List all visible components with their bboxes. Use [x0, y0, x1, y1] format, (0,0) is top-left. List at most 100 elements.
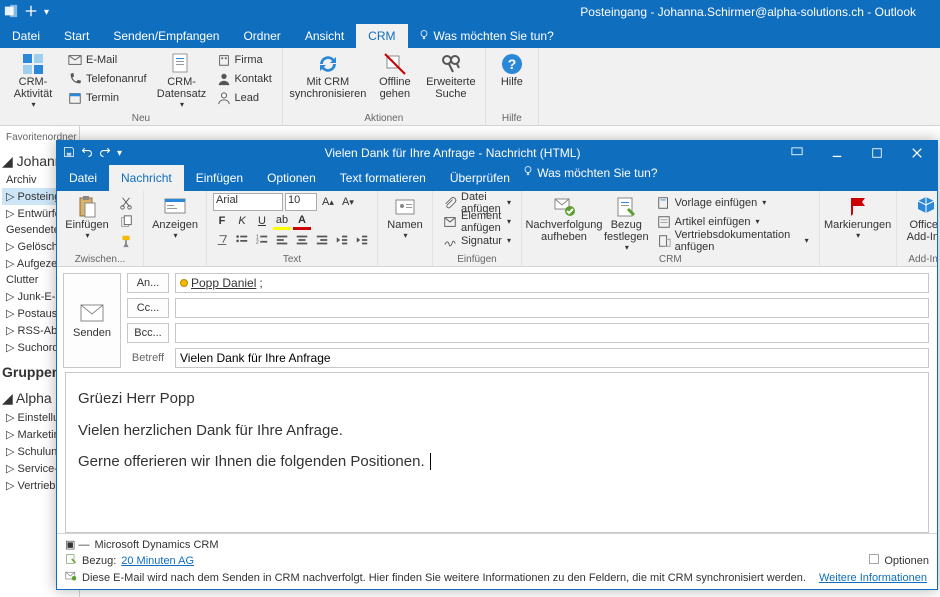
- compose-ribbon: Einfügen ▾ Zwischen... Anzeigen ▾: [57, 191, 937, 267]
- help-button[interactable]: ? Hilfe: [492, 50, 532, 113]
- cut-button[interactable]: [115, 193, 137, 212]
- set-regarding-button[interactable]: Bezug festlegen ▾: [604, 193, 649, 254]
- collapse-icon[interactable]: ▣ —: [65, 538, 89, 551]
- numbering-button[interactable]: 12: [253, 231, 271, 249]
- group-help-label: Hilfe: [492, 113, 532, 124]
- signature-button[interactable]: Signatur▾: [439, 231, 515, 250]
- body-line: Grüezi Herr Popp: [78, 383, 916, 415]
- align-right-button[interactable]: [313, 231, 331, 249]
- indent-less-button[interactable]: [333, 231, 351, 249]
- crm-track-info: Diese E-Mail wird nach dem Senden in CRM…: [82, 572, 806, 584]
- save-icon[interactable]: [63, 146, 75, 161]
- compose-tab-options[interactable]: Optionen: [255, 165, 328, 191]
- align-left-button[interactable]: [273, 231, 291, 249]
- body-line: Vielen herzlichen Dank für Ihre Anfrage.: [78, 415, 916, 447]
- clear-format-button[interactable]: [213, 231, 231, 249]
- cc-field[interactable]: [175, 298, 929, 318]
- maximize-button[interactable]: [857, 141, 897, 165]
- to-button[interactable]: An...: [127, 273, 169, 293]
- tab-file[interactable]: Datei: [0, 24, 52, 48]
- cc-button[interactable]: Cc...: [127, 298, 169, 318]
- sync-crm-button[interactable]: Mit CRM synchronisieren: [289, 50, 367, 113]
- close-button[interactable]: [897, 141, 937, 165]
- shrink-font-button[interactable]: A▾: [339, 193, 357, 211]
- copy-button[interactable]: [115, 212, 137, 231]
- main-ribbon: CRM- Aktivität ▾ E-Mail Telefonanruf Ter…: [0, 48, 940, 126]
- bcc-field[interactable]: [175, 323, 929, 343]
- underline-button[interactable]: U: [253, 212, 271, 230]
- new-contact-button[interactable]: Kontakt: [213, 69, 276, 88]
- crm-options-link[interactable]: Optionen: [884, 555, 929, 567]
- chevron-down-icon: ▾: [403, 231, 407, 240]
- names-button[interactable]: Namen ▾: [384, 193, 426, 254]
- to-field[interactable]: Popp Daniel;: [175, 273, 929, 293]
- italic-button[interactable]: K: [233, 212, 251, 230]
- crm-record-button[interactable]: CRM- Datensatz ▾: [155, 50, 209, 113]
- undo-icon[interactable]: [81, 146, 93, 161]
- regarding-link[interactable]: 20 Minuten AG: [121, 555, 194, 567]
- remove-followup-button[interactable]: Nachverfolgung aufheben: [528, 193, 600, 254]
- new-company-button[interactable]: Firma: [213, 50, 276, 69]
- office-addins-button[interactable]: Office- Add-Ins: [903, 193, 937, 254]
- compose-tab-message[interactable]: Nachricht: [109, 165, 184, 191]
- new-lead-button[interactable]: Lead: [213, 88, 276, 107]
- group-new-label: Neu: [6, 113, 276, 124]
- crm-activity-button[interactable]: CRM- Aktivität ▾: [6, 50, 60, 113]
- redo-icon[interactable]: [99, 146, 111, 161]
- font-name-select[interactable]: Arial: [213, 193, 283, 211]
- bulb-icon: [522, 166, 534, 180]
- paste-button[interactable]: Einfügen ▾: [63, 193, 111, 254]
- crm-more-info-link[interactable]: Weitere Informationen: [819, 572, 927, 584]
- tell-me-search[interactable]: Was möchten Sie tun?: [408, 24, 564, 48]
- compose-tab-review[interactable]: Überprüfen: [438, 165, 522, 191]
- compose-tab-insert[interactable]: Einfügen: [184, 165, 255, 191]
- recipient-chip[interactable]: Popp Daniel: [191, 276, 256, 290]
- send-button[interactable]: Senden: [63, 273, 121, 368]
- minimize-button[interactable]: [817, 141, 857, 165]
- tab-view[interactable]: Ansicht: [293, 24, 356, 48]
- tab-crm[interactable]: CRM: [356, 24, 407, 48]
- tab-folder[interactable]: Ordner: [231, 24, 292, 48]
- font-color-button[interactable]: A: [293, 212, 311, 230]
- format-painter-button[interactable]: [115, 231, 137, 250]
- quick-send-receive-icon[interactable]: [24, 4, 38, 21]
- advanced-search-button[interactable]: Erweiterte Suche: [423, 50, 479, 113]
- quick-more-icon[interactable]: ▾: [117, 148, 122, 159]
- message-body[interactable]: Grüezi Herr Popp Vielen herzlichen Dank …: [65, 372, 929, 533]
- chevron-down-icon: ▾: [625, 243, 629, 252]
- link-icon: [65, 553, 77, 568]
- show-button[interactable]: Anzeigen ▾: [150, 193, 200, 254]
- offline-button[interactable]: Offline gehen: [371, 50, 419, 113]
- group-clipboard-label: Zwischen...: [63, 254, 137, 265]
- insert-template-button[interactable]: Vorlage einfügen▾: [653, 193, 813, 212]
- main-menubar: Datei Start Senden/Empfangen Ordner Ansi…: [0, 24, 940, 48]
- tracked-mail-icon: [65, 570, 77, 585]
- font-size-select[interactable]: 10: [285, 193, 317, 211]
- options-icon: [868, 553, 880, 568]
- compose-tell-me[interactable]: Was möchten Sie tun?: [522, 165, 658, 191]
- bcc-button[interactable]: Bcc...: [127, 323, 169, 343]
- bold-button[interactable]: F: [213, 212, 231, 230]
- tab-send-receive[interactable]: Senden/Empfangen: [101, 24, 231, 48]
- new-email-button[interactable]: E-Mail: [64, 50, 151, 69]
- indent-more-button[interactable]: [353, 231, 371, 249]
- highlight-color-button[interactable]: ab: [273, 212, 291, 230]
- insert-salesdoc-button[interactable]: Vertriebsdokumentation anfügen▾: [653, 231, 813, 250]
- grow-font-button[interactable]: A▴: [319, 193, 337, 211]
- ribbon-options-icon[interactable]: [777, 141, 817, 165]
- align-center-button[interactable]: [293, 231, 311, 249]
- svg-text:2: 2: [256, 240, 259, 246]
- bulb-icon: [418, 29, 430, 44]
- markings-button[interactable]: Markierungen ▾: [826, 193, 890, 254]
- new-phonecall-button[interactable]: Telefonanruf: [64, 69, 151, 88]
- compose-tab-file[interactable]: Datei: [57, 165, 109, 191]
- group-insert-label: Einfügen: [439, 254, 515, 265]
- tab-start[interactable]: Start: [52, 24, 101, 48]
- new-appointment-button[interactable]: Termin: [64, 88, 151, 107]
- attach-item-button[interactable]: Element anfügen▾: [439, 212, 515, 231]
- subject-label: Betreff: [127, 352, 169, 364]
- bullets-button[interactable]: [233, 231, 251, 249]
- chevron-down-icon: ▾: [85, 231, 89, 240]
- subject-field[interactable]: [175, 348, 929, 368]
- compose-tab-format[interactable]: Text formatieren: [328, 165, 438, 191]
